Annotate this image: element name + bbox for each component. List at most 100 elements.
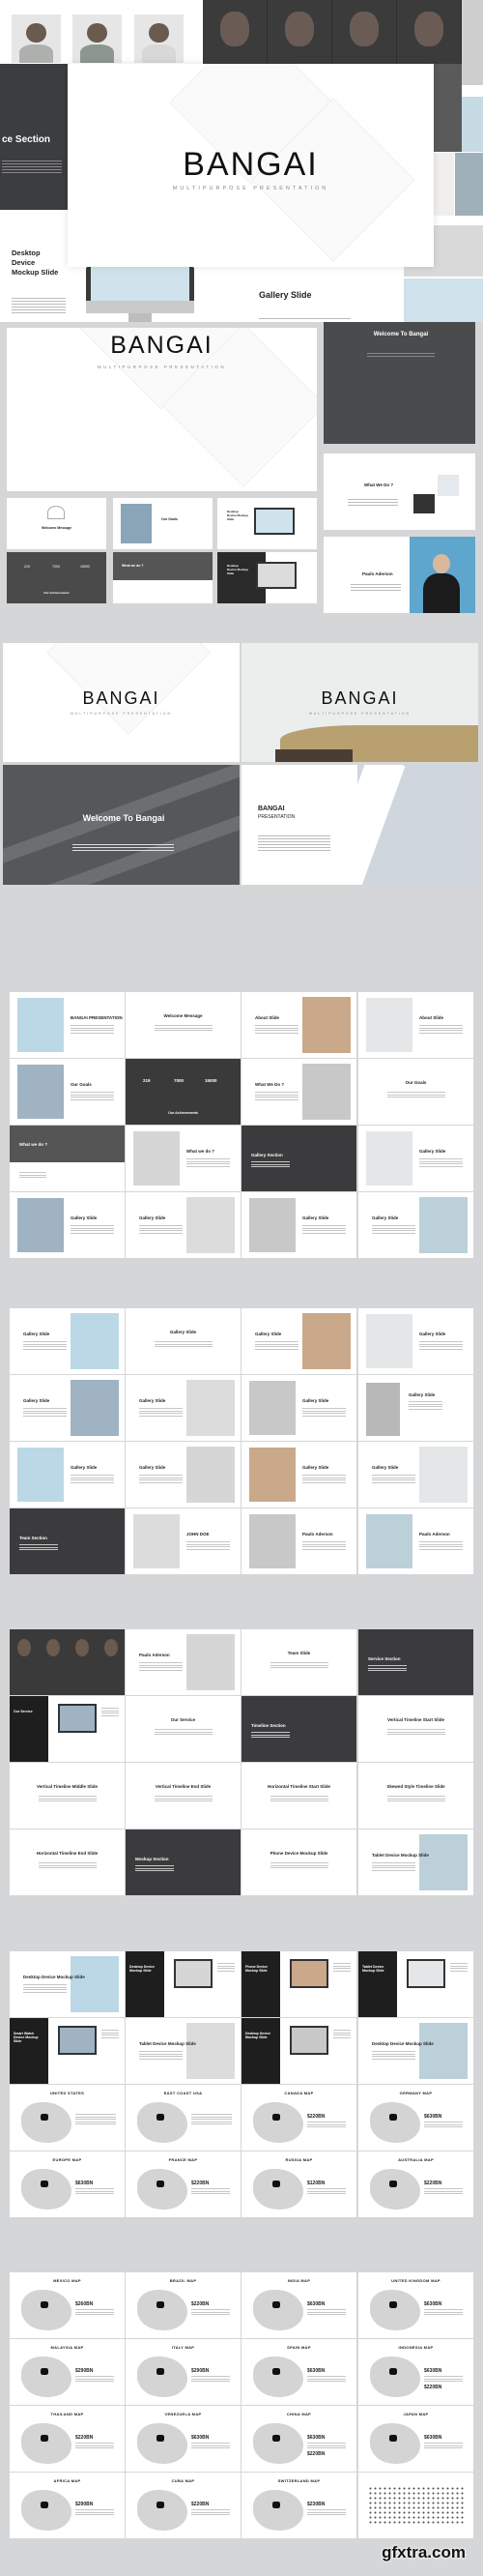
slide-thumbnail[interactable]: JOHN DOE (126, 1508, 241, 1574)
slide-thumbnail[interactable]: $290BN MALAYSIA MAP (10, 2339, 125, 2405)
slide-thumbnail[interactable]: Desktop Device Mockup Slide (242, 2018, 356, 2084)
slide-thumbnail[interactable]: Timeline Section (242, 1696, 356, 1762)
slide-thumbnail[interactable]: $630BN SPAIN MAP (242, 2339, 356, 2405)
slide-thumbnail[interactable]: Desktop Device Mockup Slide (10, 1951, 125, 2017)
slide-thumbnail[interactable]: Skewed Style Timeline Slide (358, 1763, 473, 1829)
slide-image (186, 1197, 235, 1253)
slide-thumbnail[interactable]: $230BN SWITZERLAND MAP (242, 2473, 356, 2538)
slide-thumbnail[interactable]: Gallery Slide (10, 1375, 125, 1441)
slide-thumbnail[interactable]: $120BN RUSSIA MAP (242, 2152, 356, 2217)
team-photo-strip (203, 0, 462, 64)
stat-value: 7000 (174, 1078, 185, 1083)
slide-thumbnail[interactable]: Gallery Slide (126, 1442, 241, 1508)
slide-thumbnail[interactable]: Vertical Timeline End Slide (126, 1763, 241, 1829)
slide-thumbnail[interactable]: Gallery Slide (10, 1308, 125, 1374)
map-value: $290BN (191, 2368, 210, 2374)
text-lines (372, 1225, 415, 1235)
map-shape (137, 2102, 187, 2143)
slide-thumbnail[interactable]: What we do ? (126, 1126, 241, 1191)
slide-thumbnail[interactable]: BANGAI PRESENTATION (10, 992, 125, 1058)
stat-value: 219 (24, 565, 30, 569)
device-mockup (407, 1959, 445, 1988)
slide-thumbnail[interactable]: $220BN CANADA MAP (242, 2085, 356, 2151)
slide-thumbnail[interactable]: Tablet Device Mockup Slide (358, 1830, 473, 1895)
slide-thumbnail[interactable] (10, 1629, 125, 1695)
slide-thumbnail[interactable]: $220BN AUSTRALIA MAP (358, 2152, 473, 2217)
slide-thumbnail[interactable]: $630BN JAPAN MAP (358, 2406, 473, 2472)
map-shape (21, 2169, 71, 2210)
slide-thumbnail[interactable]: Team Slide (242, 1629, 356, 1695)
slide-thumbnail[interactable]: Gallery Slide (126, 1308, 241, 1374)
slide-thumbnail[interactable]: Gallery Slide (10, 1192, 125, 1258)
slide-thumbnail[interactable]: Welcome Message (126, 992, 241, 1058)
slide-thumbnail[interactable]: Our Goals (358, 1059, 473, 1125)
slide-thumbnail[interactable]: Paulo Aderson (242, 1508, 356, 1574)
slide-thumbnail[interactable]: About Slide (358, 992, 473, 1058)
slide-thumbnail[interactable]: $220BN FRANCE MAP (126, 2152, 241, 2217)
slide-thumbnail[interactable]: $260BN MEXICO MAP (10, 2272, 125, 2338)
slide-thumbnail[interactable]: About Slide (242, 992, 356, 1058)
slide-thumbnail[interactable]: Gallery Slide (242, 1192, 356, 1258)
slide-image (133, 1514, 180, 1568)
slide-thumbnail[interactable]: $630BN $220BN INDONESIA MAP (358, 2339, 473, 2405)
slide-thumbnail[interactable]: $630BN $220BN CHINA MAP (242, 2406, 356, 2472)
slide-thumbnail[interactable]: Horizontal Timeline Start Slide (242, 1763, 356, 1829)
slide-thumbnail[interactable]: Our Service (10, 1696, 125, 1762)
slide-thumbnail[interactable]: Gallery Slide (242, 1308, 356, 1374)
slide-thumbnail[interactable]: $630BN UNITED KINGDOM MAP (358, 2272, 473, 2338)
slide-thumbnail[interactable]: $630BN VENEZUELA MAP (126, 2406, 241, 2472)
slide-thumbnail[interactable]: Desktop Device Mockup Slide (358, 2018, 473, 2084)
slide-thumbnail[interactable]: Gallery Section (242, 1126, 356, 1191)
highlighted-region (272, 2301, 280, 2308)
slide-thumbnail[interactable]: Smart Watch Device Mockup Slide (10, 2018, 125, 2084)
slide-thumbnail[interactable]: $220BN THAILAND MAP (10, 2406, 125, 2472)
slide-thumbnail[interactable]: Gallery Slide (126, 1375, 241, 1441)
slide-thumbnail[interactable]: Our Goals (10, 1059, 125, 1125)
slide-thumbnail[interactable]: Gallery Slide (242, 1442, 356, 1508)
map-shape (21, 2102, 71, 2143)
slide-thumbnail[interactable]: Vertical Timeline Middle Slide (10, 1763, 125, 1829)
slide-thumbnail[interactable]: $220BN BRAZIL MAP (126, 2272, 241, 2338)
slide-title: What We Do ? (255, 1082, 285, 1087)
slide-thumbnail[interactable]: Team Section (10, 1508, 125, 1574)
slide-thumbnail[interactable]: Gallery Slide (242, 1375, 356, 1441)
slide-thumbnail[interactable]: What We Do ? (242, 1059, 356, 1125)
slide-thumbnail[interactable]: $630BN INDIA MAP (242, 2272, 356, 2338)
slide-thumbnail[interactable]: Tablet Device Mockup Slide (358, 1951, 473, 2017)
slide-thumbnail[interactable]: Service Section (358, 1629, 473, 1695)
slide-thumbnail[interactable]: Gallery Slide (358, 1308, 473, 1374)
slide-thumbnail[interactable] (358, 2473, 473, 2538)
slide-title: Gallery Slide (302, 1398, 329, 1403)
slide-thumbnail[interactable]: What we do ? (10, 1126, 125, 1191)
map-value: $230BN (307, 2502, 326, 2507)
slide-thumbnail[interactable]: Paulo Aderson (358, 1508, 473, 1574)
slide-thumbnail[interactable]: Tablet Device Mockup Slide (126, 2018, 241, 2084)
slide-thumbnail[interactable]: EAST COAST USA (126, 2085, 241, 2151)
slide-thumbnail[interactable]: Phone Device Mockup Slide (242, 1951, 356, 2017)
slide-thumbnail[interactable]: Gallery Slide (358, 1442, 473, 1508)
slide-thumbnail[interactable]: $630BN EUROPE MAP (10, 2152, 125, 2217)
slide-thumbnail[interactable]: $630BN GERMANY MAP (358, 2085, 473, 2151)
slide-thumbnail[interactable]: Paulo Aderson (126, 1629, 241, 1695)
slide-thumbnail[interactable]: Gallery Slide (126, 1192, 241, 1258)
slide-thumbnail[interactable]: Gallery Slide (358, 1126, 473, 1191)
slide-thumbnail[interactable]: UNITED STATES (10, 2085, 125, 2151)
slide-thumbnail[interactable]: Horizontal Timeline End Slide (10, 1830, 125, 1895)
slide-thumbnail[interactable]: $290BN AFRICA MAP (10, 2473, 125, 2538)
text-lines (419, 1025, 463, 1035)
slide-thumbnail[interactable]: Phone Device Mockup Slide (242, 1830, 356, 1895)
slide-thumbnail[interactable]: $290BN ITALY MAP (126, 2339, 241, 2405)
person-name: Paulo Aderson (362, 571, 393, 576)
slide-title: SPAIN MAP (287, 2345, 311, 2350)
slide-thumbnail[interactable]: 219 7000 15000 Our Achievements (126, 1059, 241, 1125)
slide-thumbnail[interactable]: Desktop Device Mockup Slide (126, 1951, 241, 2017)
slide-thumbnail[interactable]: Gallery Slide (10, 1442, 125, 1508)
slide-thumbnail[interactable]: $220BN CUBA MAP (126, 2473, 241, 2538)
slide-thumbnail[interactable]: Our Service (126, 1696, 241, 1762)
slide-thumbnail[interactable]: Vertical Timeline Start Slide (358, 1696, 473, 1762)
dark-panel (10, 2018, 48, 2084)
slide-thumbnail[interactable]: Gallery Slide (358, 1375, 473, 1441)
slide-thumbnail[interactable]: Gallery Slide (358, 1192, 473, 1258)
text-lines (333, 1963, 351, 1973)
slide-thumbnail[interactable]: Mockup Section (126, 1830, 241, 1895)
